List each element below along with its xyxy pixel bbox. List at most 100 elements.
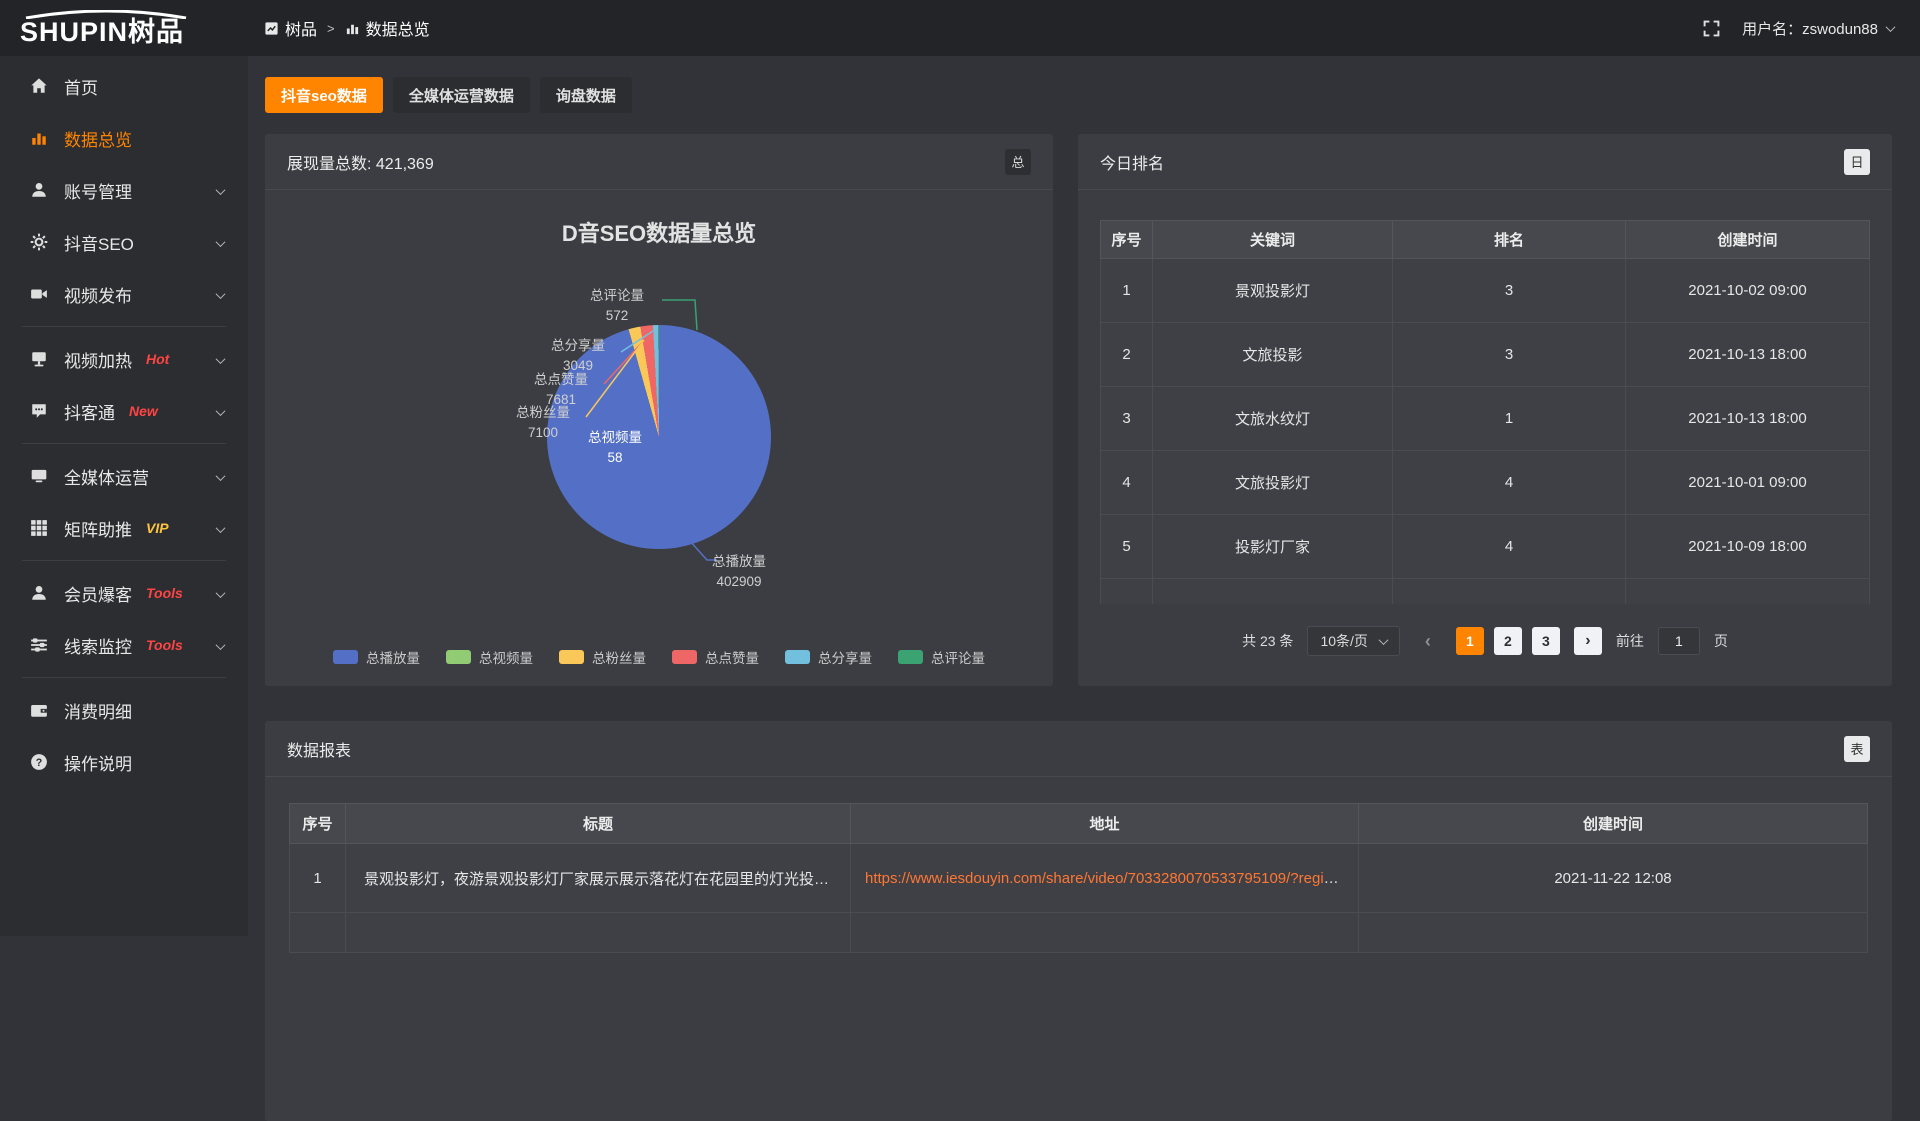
chevron-down-icon	[1378, 635, 1388, 645]
sidebar-item[interactable]: 视频发布	[0, 268, 248, 320]
user-menu[interactable]: 用户名：zswodun88	[1742, 18, 1894, 39]
table-cell: 2021-10-01 09:00	[1626, 451, 1870, 515]
page-button[interactable]: 1	[1456, 627, 1484, 655]
sidebar-item[interactable]: ? 操作说明	[0, 736, 248, 788]
page-size-select[interactable]: 10条/页	[1307, 626, 1399, 656]
data-report-card: 数据报表 表 序号标题地址创建时间 1景观投影灯，夜游景观投影灯厂家展示展示落花…	[265, 721, 1892, 1121]
legend-swatch	[785, 650, 810, 664]
rank-card-title: 今日排名	[1100, 150, 1164, 174]
sidebar-item-label: 会员爆客	[64, 581, 132, 606]
legend-item[interactable]: 总视频量	[446, 647, 533, 667]
sidebar-item[interactable]: 视频加热 Hot	[0, 333, 248, 385]
page-button[interactable]: 3	[1532, 627, 1560, 655]
legend-item[interactable]: 总粉丝量	[559, 647, 646, 667]
table-view-button[interactable]: 表	[1844, 736, 1870, 762]
tab[interactable]: 抖音seo数据	[265, 77, 383, 113]
table-row: 1景观投影灯32021-10-02 09:00	[1101, 259, 1870, 323]
chart-legend: 总播放量 总视频量 总粉丝量 总点赞量 总分享量 总评论量	[265, 647, 1053, 667]
sidebar-item-badge: New	[129, 403, 158, 419]
rank-table-area: 序号关键词排名创建时间 1景观投影灯32021-10-02 09:002文旅投影…	[1078, 190, 1892, 656]
table-cell: 2021-10-13 18:00	[1626, 323, 1870, 387]
column-header: 标题	[346, 804, 851, 844]
report-table-area: 序号标题地址创建时间 1景观投影灯，夜游景观投影灯厂家展示展示落花灯在花园里的灯…	[265, 777, 1892, 953]
main-content: 抖音seo数据全媒体运营数据询盘数据 展现量总数: 421,369 总 D音SE…	[248, 56, 1920, 936]
header-right: 用户名：zswodun88	[1703, 18, 1920, 39]
pie-label-videos: 总视频量58	[560, 428, 670, 467]
table-cell: 2021-11-22 12:08	[1359, 844, 1868, 913]
chevron-down-icon	[217, 466, 224, 486]
tab[interactable]: 全媒体运营数据	[393, 77, 530, 113]
legend-item[interactable]: 总播放量	[333, 647, 420, 667]
goto-page-input[interactable]	[1658, 627, 1700, 655]
sidebar-item-label: 操作说明	[64, 750, 132, 775]
sidebar-item[interactable]: 全媒体运营	[0, 450, 248, 502]
chevron-down-icon	[1886, 22, 1896, 32]
daily-view-button[interactable]: 日	[1844, 149, 1870, 175]
fullscreen-icon[interactable]	[1703, 20, 1720, 37]
legend-item[interactable]: 总分享量	[785, 647, 872, 667]
pagination-total: 共 23 条	[1242, 631, 1293, 651]
seo-total-label: 展现量总数: 421,369	[287, 150, 434, 174]
report-icon	[264, 21, 279, 36]
page-button[interactable]: 2	[1494, 627, 1522, 655]
prev-page-button[interactable]: ‹	[1414, 627, 1442, 655]
next-page-button[interactable]: ›	[1574, 627, 1602, 655]
table-cell: 投影灯厂家	[1153, 515, 1393, 579]
table-row	[1101, 579, 1870, 605]
sidebar-item[interactable]: 消费明细	[0, 684, 248, 736]
legend-swatch	[333, 650, 358, 664]
table-cell: 文旅投影灯	[1153, 451, 1393, 515]
pagination: 共 23 条 10条/页 ‹ 123 › 前往 页	[1100, 626, 1870, 656]
seo-card-header: 展现量总数: 421,369 总	[265, 134, 1053, 190]
report-table-body: 1景观投影灯，夜游景观投影灯厂家展示展示落花灯在花园里的灯光投影应用效果 #ht…	[290, 844, 1868, 953]
chevron-down-icon	[217, 232, 224, 252]
table-cell: 3	[1393, 323, 1626, 387]
svg-text:?: ?	[36, 757, 43, 769]
sliders-icon	[30, 636, 48, 654]
video-url-link[interactable]: https://www.iesdouyin.com/share/video/70…	[865, 870, 1347, 887]
breadcrumb: 树品 > 数据总览	[264, 16, 430, 40]
breadcrumb-item-current[interactable]: 数据总览	[345, 16, 430, 40]
table-row: 1景观投影灯，夜游景观投影灯厂家展示展示落花灯在花园里的灯光投影应用效果 #ht…	[290, 844, 1868, 913]
user-icon	[30, 181, 48, 199]
total-view-button[interactable]: 总	[1005, 149, 1031, 175]
sidebar-item-badge: Tools	[146, 637, 183, 653]
breadcrumb-item-home[interactable]: 树品	[264, 16, 317, 40]
table-row: 4文旅投影灯42021-10-01 09:00	[1101, 451, 1870, 515]
report-card-title: 数据报表	[287, 737, 351, 761]
sidebar-item-label: 消费明细	[64, 698, 132, 723]
logo-text: SHUPIN树品	[20, 19, 248, 46]
sidebar-item[interactable]: 首页	[0, 60, 248, 112]
sidebar-divider	[22, 560, 226, 561]
sidebar-item-label: 数据总览	[64, 126, 132, 151]
column-header: 序号	[290, 804, 346, 844]
sidebar-item[interactable]: 矩阵助推 VIP	[0, 502, 248, 554]
table-cell: 1	[1101, 259, 1153, 323]
goto-suffix: 页	[1714, 631, 1728, 651]
report-table-header-row: 序号标题地址创建时间	[290, 804, 1868, 844]
table-cell: 1	[290, 844, 346, 913]
column-header: 创建时间	[1359, 804, 1868, 844]
app-logo[interactable]: SHUPIN树品	[0, 10, 248, 46]
sidebar-item[interactable]: 数据总览	[0, 112, 248, 164]
table-cell: 2021-10-02 09:00	[1626, 259, 1870, 323]
sidebar-item[interactable]: 抖客通 New	[0, 385, 248, 437]
legend-item[interactable]: 总评论量	[898, 647, 985, 667]
sidebar: 首页 数据总览 账号管理 抖音SEO 视频发布 视频加热 Hot 抖客通 New	[0, 56, 248, 936]
legend-item[interactable]: 总点赞量	[672, 647, 759, 667]
sidebar-item[interactable]: 线索监控 Tools	[0, 619, 248, 671]
table-cell: 景观投影灯	[1153, 259, 1393, 323]
sidebar-item[interactable]: 账号管理	[0, 164, 248, 216]
tab[interactable]: 询盘数据	[540, 77, 632, 113]
sidebar-item[interactable]: 会员爆客 Tools	[0, 567, 248, 619]
bar-chart-icon	[30, 129, 48, 147]
today-rank-card: 今日排名 日 序号关键词排名创建时间 1景观投影灯32021-10-02 09:…	[1078, 134, 1892, 686]
sidebar-item-label: 全媒体运营	[64, 464, 149, 489]
rank-table-header-row: 序号关键词排名创建时间	[1101, 221, 1870, 259]
sidebar-divider	[22, 443, 226, 444]
table-row	[290, 913, 1868, 953]
chevron-down-icon	[217, 583, 224, 603]
sidebar-divider	[22, 677, 226, 678]
sidebar-item-label: 账号管理	[64, 178, 132, 203]
sidebar-item[interactable]: 抖音SEO	[0, 216, 248, 268]
